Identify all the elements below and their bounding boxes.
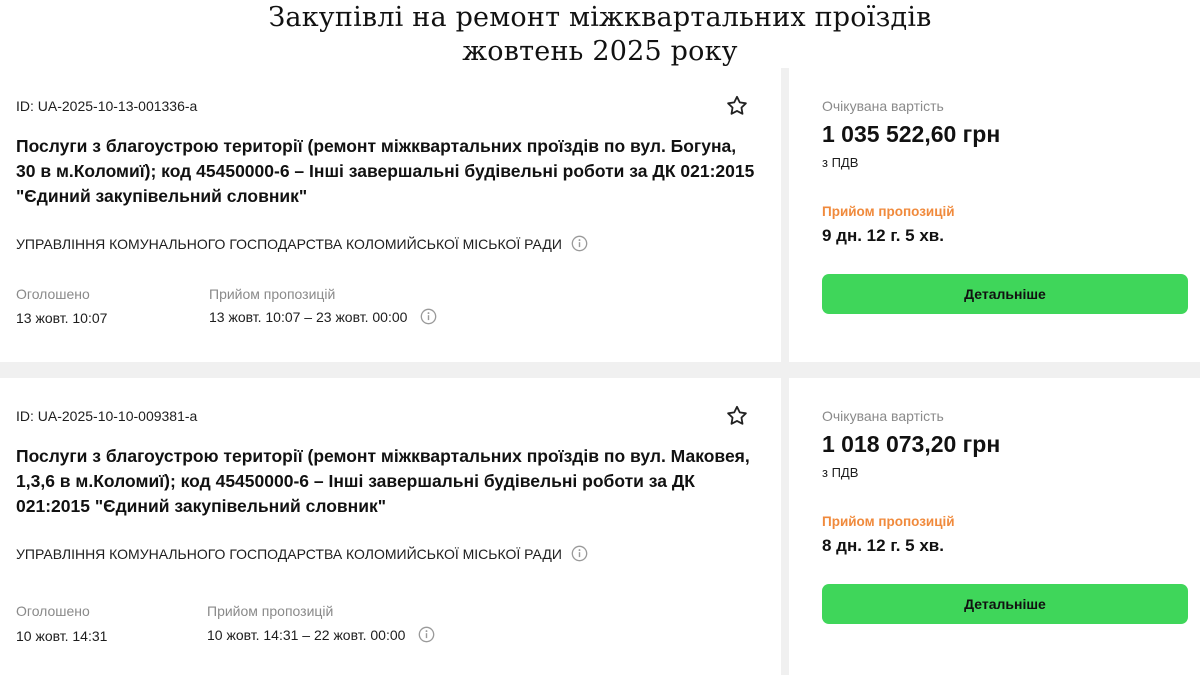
expected-amount: 1 035 522,60 грн — [822, 121, 1001, 147]
column-divider — [781, 68, 789, 362]
expected-amount: 1 018 073,20 грн — [822, 431, 1001, 457]
tender-main-info: ID: UA-2025-10-10-009381-a Послуги з бла… — [16, 378, 766, 675]
info-icon[interactable] — [418, 626, 435, 643]
info-icon[interactable] — [420, 308, 437, 325]
tender-id: ID: UA-2025-10-10-009381-a — [16, 408, 198, 424]
receiving-period-value: 13 жовт. 10:07 – 23 жовт. 00:00 — [209, 308, 408, 325]
announced-value: 13 жовт. 10:07 — [16, 310, 108, 326]
organization-name: УПРАВЛІННЯ КОМУНАЛЬНОГО ГОСПОДАРСТВА КОЛ… — [16, 235, 562, 252]
receiving-status-label: Прийом пропозицій — [822, 514, 955, 529]
receiving-period: 13 жовт. 10:07 – 23 жовт. 00:00 — [209, 308, 437, 325]
page-headline: Закупівлі на ремонт міжквартальних проїз… — [0, 0, 1200, 68]
tender-card: ID: UA-2025-10-13-001336-a Послуги з бла… — [0, 68, 1200, 362]
receiving-status-label: Прийом пропозицій — [822, 204, 955, 219]
time-remaining: 8 дн. 12 г. 5 хв. — [822, 536, 944, 555]
tender-organization: УПРАВЛІННЯ КОМУНАЛЬНОГО ГОСПОДАРСТВА КОЛ… — [16, 545, 588, 562]
receiving-period-label: Прийом пропозицій — [209, 286, 336, 302]
announced-value: 10 жовт. 14:31 — [16, 628, 108, 644]
headline-line-1: Закупівлі на ремонт міжквартальних проїз… — [268, 2, 932, 33]
details-button[interactable]: Детальніше — [822, 274, 1188, 314]
card-separator — [0, 362, 1200, 378]
star-icon[interactable] — [725, 94, 749, 118]
tender-title[interactable]: Послуги з благоустрою території (ремонт … — [16, 134, 756, 209]
details-button[interactable]: Детальніше — [822, 584, 1188, 624]
headline-line-2: жовтень 2025 року — [462, 36, 738, 67]
announced-label: Оголошено — [16, 603, 90, 619]
vat-note: з ПДВ — [822, 155, 859, 170]
column-divider — [781, 378, 789, 675]
tender-main-info: ID: UA-2025-10-13-001336-a Послуги з бла… — [16, 68, 766, 362]
announced-label: Оголошено — [16, 286, 90, 302]
tender-organization: УПРАВЛІННЯ КОМУНАЛЬНОГО ГОСПОДАРСТВА КОЛ… — [16, 235, 588, 252]
tender-summary: Очікувана вартість 1 035 522,60 грн з ПД… — [822, 68, 1188, 362]
expected-value-label: Очікувана вартість — [822, 98, 944, 114]
organization-name: УПРАВЛІННЯ КОМУНАЛЬНОГО ГОСПОДАРСТВА КОЛ… — [16, 545, 562, 562]
vat-note: з ПДВ — [822, 465, 859, 480]
tender-id: ID: UA-2025-10-13-001336-a — [16, 98, 198, 114]
tender-summary: Очікувана вартість 1 018 073,20 грн з ПД… — [822, 378, 1188, 675]
time-remaining: 9 дн. 12 г. 5 хв. — [822, 226, 944, 245]
expected-value-label: Очікувана вартість — [822, 408, 944, 424]
info-icon[interactable] — [571, 545, 588, 562]
tender-title[interactable]: Послуги з благоустрою території (ремонт … — [16, 444, 756, 519]
tender-card: ID: UA-2025-10-10-009381-a Послуги з бла… — [0, 378, 1200, 675]
receiving-period-value: 10 жовт. 14:31 – 22 жовт. 00:00 — [207, 626, 406, 643]
info-icon[interactable] — [571, 235, 588, 252]
receiving-period-label: Прийом пропозицій — [207, 603, 334, 619]
receiving-period: 10 жовт. 14:31 – 22 жовт. 00:00 — [207, 626, 435, 643]
star-icon[interactable] — [725, 404, 749, 428]
